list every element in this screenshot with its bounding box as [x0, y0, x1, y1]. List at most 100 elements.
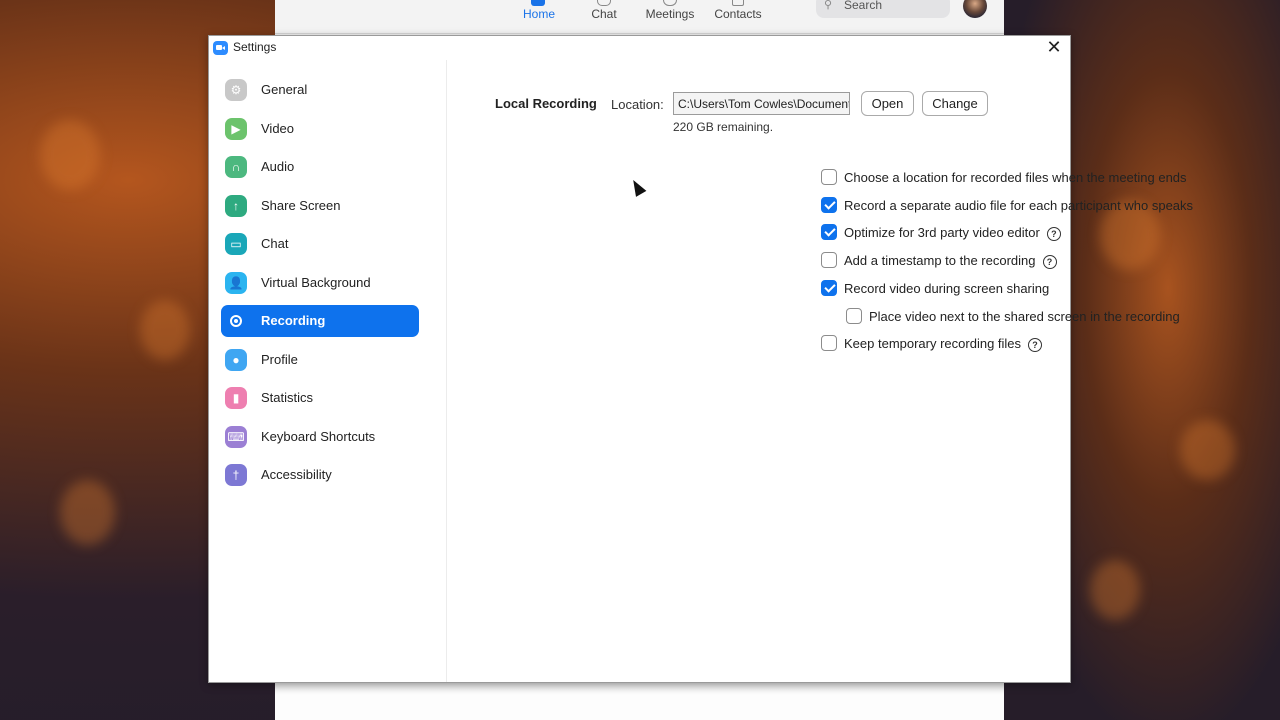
- option-label: Record a separate audio file for each pa…: [844, 198, 1193, 213]
- sidebar-item-keyboard-shortcuts[interactable]: ⌨ Keyboard Shortcuts: [221, 421, 419, 453]
- recording-settings-panel: Local Recording Location: C:\Users\Tom C…: [447, 60, 1193, 682]
- sidebar-item-virtual-background[interactable]: 👤 Virtual Background: [221, 267, 419, 299]
- change-button[interactable]: Change: [922, 91, 988, 116]
- option-text: Place video next to the shared screen in…: [869, 309, 1180, 324]
- option-text: Record video during screen sharing: [844, 281, 1050, 296]
- location-field[interactable]: C:\Users\Tom Cowles\Documents\Zoom: [673, 92, 850, 115]
- sidebar-item-statistics[interactable]: ▮ Statistics: [221, 382, 419, 414]
- tab-label: Home: [523, 7, 556, 21]
- icon-glyph: ⌨: [227, 429, 245, 444]
- option-label: Place video next to the shared screen in…: [869, 309, 1180, 324]
- sidebar-item-label: Recording: [261, 313, 326, 328]
- checkbox[interactable]: [821, 197, 837, 213]
- background-bokeh: [140, 300, 190, 360]
- option-label: Choose a location for recorded files whe…: [844, 170, 1187, 185]
- virtual-background-icon: 👤: [225, 271, 247, 294]
- checkbox[interactable]: [821, 280, 837, 296]
- home-icon: [531, 0, 545, 6]
- help-icon[interactable]: ?: [1028, 338, 1043, 352]
- sidebar-item-general[interactable]: ⚙ General: [221, 74, 419, 106]
- icon-glyph: ∩: [231, 160, 241, 174]
- option-text: Record a separate audio file for each pa…: [844, 198, 1194, 213]
- close-button[interactable]: ✕: [1044, 38, 1064, 58]
- help-icon[interactable]: ?: [1042, 255, 1057, 269]
- sidebar-item-label: Profile: [261, 351, 298, 367]
- profile-icon: ●: [225, 348, 247, 371]
- contacts-icon: [732, 0, 744, 6]
- record-icon: [225, 310, 247, 332]
- icon-glyph: ▮: [232, 391, 240, 405]
- option-label: Record video during screen sharing: [844, 281, 1049, 296]
- checkbox[interactable]: [821, 335, 837, 351]
- icon-glyph: ⚙: [230, 83, 242, 97]
- sidebar-item-audio[interactable]: ∩ Audio: [221, 151, 419, 183]
- icon-glyph: †: [232, 468, 240, 482]
- checkbox[interactable]: [821, 169, 837, 185]
- share-screen-icon: ↑: [225, 194, 247, 217]
- sidebar-item-label: Statistics: [261, 390, 314, 405]
- tab-home[interactable]: Home: [523, 0, 556, 21]
- main-top-bar: Home Chat Meetings Contacts ⚲ Search: [275, 0, 1004, 34]
- sidebar-item-chat[interactable]: ▭ Chat: [221, 228, 419, 260]
- icon-glyph: ▭: [230, 237, 242, 251]
- sidebar-item-accessibility[interactable]: † Accessibility: [221, 459, 419, 491]
- sidebar-item-share-screen[interactable]: ↑ Share Screen: [221, 190, 419, 222]
- statistics-icon: ▮: [225, 387, 247, 409]
- tab-label: Contacts: [714, 7, 762, 21]
- tab-label: Meetings: [645, 7, 695, 21]
- icon-glyph: ▶: [231, 121, 241, 136]
- checkbox[interactable]: [821, 224, 837, 240]
- icon-glyph: ●: [232, 352, 240, 367]
- icon-glyph: 👤: [228, 275, 244, 290]
- gear-icon: ⚙: [225, 79, 247, 101]
- settings-sidebar: ⚙ General ▶ Video ∩ Audio ↑ Share Screen ▭ Chat 👤 V…: [209, 60, 447, 682]
- chat-bubble-icon: [597, 0, 611, 6]
- background-bokeh: [60, 480, 115, 545]
- open-button[interactable]: Open: [861, 91, 914, 116]
- tab-contacts[interactable]: Contacts: [714, 0, 762, 21]
- sidebar-item-video[interactable]: ▶ Video: [221, 113, 419, 145]
- tab-label: Chat: [591, 7, 617, 21]
- checkbox[interactable]: [846, 308, 862, 324]
- sidebar-item-label: Chat: [261, 236, 289, 251]
- sidebar-item-label: Virtual Background: [261, 274, 371, 290]
- background-bokeh: [40, 120, 100, 190]
- search-placeholder: Search: [844, 0, 883, 12]
- checkbox[interactable]: [821, 252, 837, 268]
- tab-chat[interactable]: Chat: [589, 0, 619, 21]
- main-window-body: [275, 683, 1004, 720]
- settings-dialog: Settings ✕ ⚙ General ▶ Video ∩ Audio ↑ Share Sc…: [208, 35, 1193, 683]
- sidebar-item-profile[interactable]: ● Profile: [221, 344, 419, 376]
- icon-glyph: ↑: [233, 198, 239, 213]
- video-camera-icon: ▶: [225, 117, 247, 140]
- option-label: Optimize for 3rd party video editor?: [844, 225, 1061, 241]
- option-text: Optimize for 3rd party video editor: [844, 225, 1040, 240]
- background-bokeh: [1090, 560, 1140, 620]
- tab-meetings[interactable]: Meetings: [644, 0, 696, 21]
- storage-remaining: 220 GB remaining.: [673, 120, 774, 134]
- chat-bubble-icon: ▭: [225, 233, 247, 255]
- sidebar-item-recording[interactable]: Recording: [221, 305, 419, 337]
- location-label: Location:: [611, 97, 664, 112]
- accessibility-icon: †: [225, 464, 247, 486]
- option-label: Keep temporary recording files?: [844, 336, 1043, 352]
- sidebar-item-label: General: [261, 82, 308, 97]
- keyboard-icon: ⌨: [225, 425, 247, 448]
- background-bokeh: [1180, 420, 1235, 480]
- zoom-app-icon: [213, 41, 228, 55]
- record-dot: [230, 315, 242, 327]
- search-input[interactable]: ⚲ Search: [816, 0, 950, 18]
- sidebar-item-label: Audio: [261, 159, 295, 174]
- section-title: Local Recording: [495, 96, 597, 111]
- sidebar-item-label: Accessibility: [261, 467, 332, 482]
- title-bar: Settings ✕: [209, 36, 1070, 60]
- dialog-title: Settings: [233, 40, 277, 54]
- help-icon[interactable]: ?: [1046, 227, 1061, 241]
- headphones-icon: ∩: [225, 156, 247, 178]
- option-text: Choose a location for recorded files whe…: [844, 170, 1187, 185]
- search-icon: ⚲: [824, 0, 833, 11]
- sidebar-item-label: Keyboard Shortcuts: [261, 428, 376, 444]
- option-text: Add a timestamp to the recording: [844, 253, 1036, 268]
- sidebar-item-label: Share Screen: [261, 197, 341, 213]
- avatar[interactable]: [963, 0, 987, 18]
